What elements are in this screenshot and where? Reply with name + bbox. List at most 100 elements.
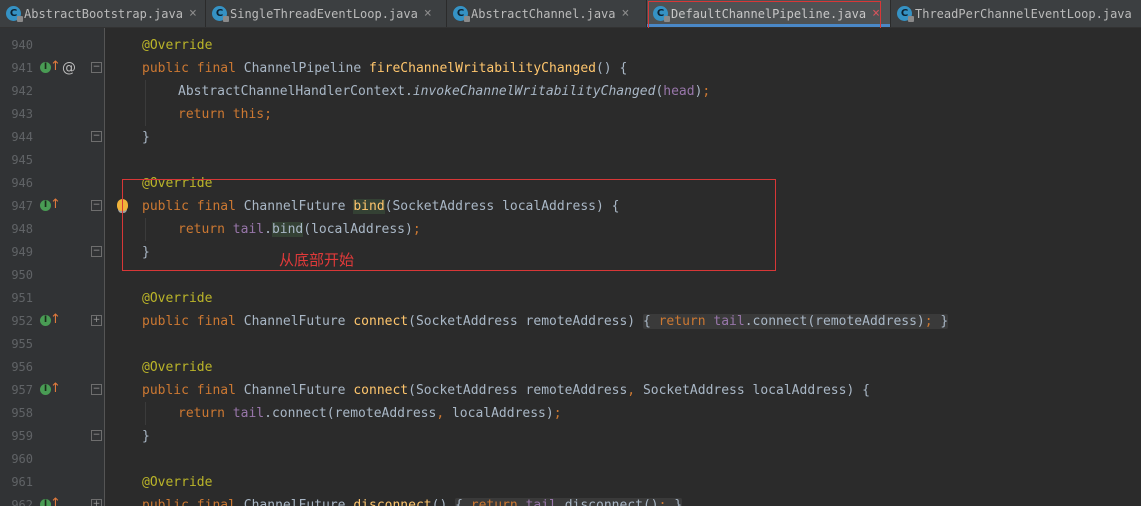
folded-code-region[interactable]: { return tail.disconnect(); } — [455, 498, 683, 506]
code-text: @Override — [142, 291, 213, 306]
tab-label: AbstractChannel.java — [471, 6, 616, 21]
close-icon[interactable]: × — [872, 6, 880, 21]
close-icon[interactable]: × — [622, 6, 630, 21]
close-icon[interactable]: × — [424, 6, 432, 21]
fold-collapse-icon[interactable]: − — [91, 200, 102, 211]
line-number: 950 — [11, 268, 33, 282]
line-number: 945 — [11, 153, 33, 167]
override-up-arrow-icon[interactable]: ↑ — [50, 197, 61, 212]
fold-end-icon[interactable]: − — [91, 246, 102, 257]
override-up-arrow-icon[interactable]: ↑ — [50, 312, 61, 327]
code-line: 960 — [0, 448, 1141, 471]
fold-expand-icon[interactable]: + — [91, 499, 102, 506]
java-class-icon: C — [653, 6, 670, 22]
fold-end-icon[interactable]: − — [91, 430, 102, 441]
line-number: 947 — [11, 199, 33, 213]
override-up-arrow-icon[interactable]: ↑ — [50, 59, 61, 74]
code-text: public final ChannelPipeline fireChannel… — [142, 61, 628, 76]
line-number: 949 — [11, 245, 33, 259]
code-text: public final ChannelFuture connect(Socke… — [142, 314, 949, 329]
code-line: 942 AbstractChannelHandlerContext.invoke… — [0, 80, 1141, 103]
lightbulb-icon[interactable] — [117, 199, 128, 211]
fold-collapse-icon[interactable]: − — [91, 384, 102, 395]
code-line: 941 I ↑ @ − public final ChannelPipeline… — [0, 57, 1141, 80]
line-number: 960 — [11, 452, 33, 466]
line-number: 962 — [11, 498, 33, 506]
code-line: 946 @Override — [0, 172, 1141, 195]
folded-code-region[interactable]: { return tail.connect(remoteAddress); } — [642, 314, 949, 329]
code-line: 957 I ↑ − public final ChannelFuture con… — [0, 379, 1141, 402]
line-number: 946 — [11, 176, 33, 190]
gutter-markers[interactable]: I ↑ — [40, 312, 70, 329]
line-number: 940 — [11, 38, 33, 52]
gutter-markers[interactable]: I ↑ — [40, 381, 70, 398]
code-line: 958 return tail.connect(remoteAddress, l… — [0, 402, 1141, 425]
line-number: 941 — [11, 61, 33, 75]
code-text: @Override — [142, 360, 213, 375]
tab-single-thread-event-loop[interactable]: C SingleThreadEventLoop.java × — [206, 0, 447, 27]
line-number: 958 — [11, 406, 33, 420]
line-number: 943 — [11, 107, 33, 121]
tab-abstract-bootstrap[interactable]: C AbstractBootstrap.java × — [0, 0, 206, 27]
code-line: 961 @Override — [0, 471, 1141, 494]
code-text: return this; — [178, 107, 272, 122]
java-class-icon: C — [212, 6, 229, 22]
code-text: public final ChannelFuture connect(Socke… — [142, 383, 870, 398]
tab-label: AbstractBootstrap.java — [24, 6, 183, 21]
code-line: 945 — [0, 149, 1141, 172]
code-text: AbstractChannelHandlerContext.invokeChan… — [178, 84, 711, 99]
tab-default-channel-pipeline[interactable]: C DefaultChannelPipeline.java × — [647, 0, 891, 27]
code-line: 940 @Override — [0, 34, 1141, 57]
close-icon[interactable]: × — [189, 6, 197, 21]
code-line: 955 — [0, 333, 1141, 356]
line-number: 956 — [11, 360, 33, 374]
code-line: 952 I ↑ + public final ChannelFuture con… — [0, 310, 1141, 333]
fold-collapse-icon[interactable]: − — [91, 62, 102, 73]
tab-thread-per-channel-event-loop[interactable]: C ThreadPerChannelEventLoop.java — [891, 0, 1141, 27]
line-number: 955 — [11, 337, 33, 351]
code-line: 950 — [0, 264, 1141, 287]
code-line: 962 I ↑ + public final ChannelFuture dis… — [0, 494, 1141, 506]
line-number: 951 — [11, 291, 33, 305]
code-line: 947 I ↑ − public final ChannelFuture bin… — [0, 195, 1141, 218]
tab-abstract-channel[interactable]: C AbstractChannel.java × — [447, 0, 647, 27]
java-class-icon: C — [897, 6, 914, 22]
tab-label: ThreadPerChannelEventLoop.java — [915, 6, 1132, 21]
line-number: 944 — [11, 130, 33, 144]
code-line: 959 − } — [0, 425, 1141, 448]
code-text: } — [142, 130, 150, 145]
java-class-icon: C — [6, 6, 23, 22]
line-number: 948 — [11, 222, 33, 236]
gutter-markers[interactable]: I ↑ — [40, 496, 70, 506]
code-line: 949 − } — [0, 241, 1141, 264]
gutter-markers[interactable]: I ↑ @ — [40, 59, 76, 76]
code-text: @Override — [142, 38, 213, 53]
line-number: 957 — [11, 383, 33, 397]
code-line: 944 − } — [0, 126, 1141, 149]
java-class-icon: C — [453, 6, 470, 22]
override-up-arrow-icon[interactable]: ↑ — [50, 496, 61, 506]
tab-label: DefaultChannelPipeline.java — [671, 6, 867, 21]
code-line: 956 @Override — [0, 356, 1141, 379]
line-number: 959 — [11, 429, 33, 443]
code-line: 948 return tail.bind(localAddress); — [0, 218, 1141, 241]
override-up-arrow-icon[interactable]: ↑ — [50, 381, 61, 396]
code-line: 943 return this; — [0, 103, 1141, 126]
fold-expand-icon[interactable]: + — [91, 315, 102, 326]
line-number: 952 — [11, 314, 33, 328]
tab-label: SingleThreadEventLoop.java — [230, 6, 418, 21]
editor-tab-bar: C AbstractBootstrap.java × C SingleThrea… — [0, 0, 1141, 28]
at-sign-icon[interactable]: @ — [62, 60, 76, 76]
annotation-note: 从底部开始 — [279, 251, 355, 269]
code-text: public final ChannelFuture bind(SocketAd… — [142, 199, 620, 214]
code-text: return tail.bind(localAddress); — [178, 222, 421, 237]
code-text: @Override — [142, 475, 213, 490]
gutter-markers[interactable]: I ↑ — [40, 197, 70, 214]
code-text: @Override — [142, 176, 213, 191]
line-number: 942 — [11, 84, 33, 98]
code-text: public final ChannelFuture disconnect() … — [142, 494, 683, 506]
fold-end-icon[interactable]: − — [91, 131, 102, 142]
code-line: 951 @Override — [0, 287, 1141, 310]
code-text: } — [142, 429, 150, 444]
code-text: } — [142, 245, 150, 260]
